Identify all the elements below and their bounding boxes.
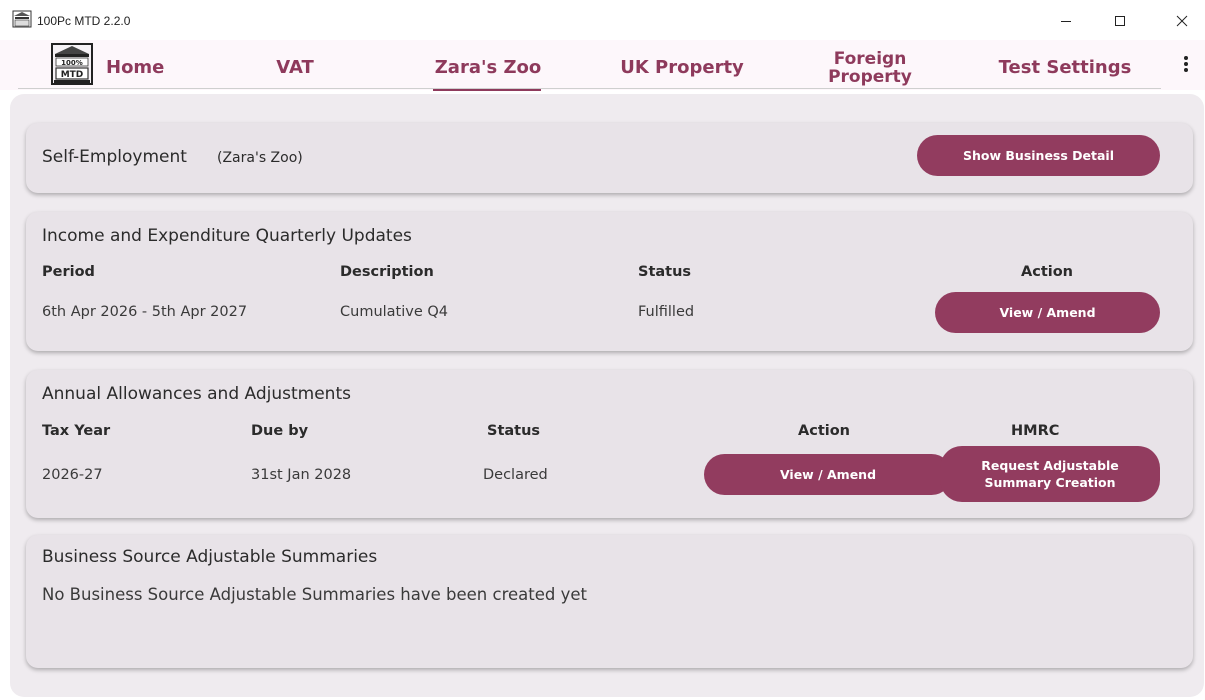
window-title: 100Pc MTD 2.2.0: [37, 14, 131, 28]
more-menu-button[interactable]: [1176, 50, 1196, 80]
status-cell: Fulfilled: [638, 304, 695, 320]
empty-state-text: No Business Source Adjustable Summaries …: [42, 585, 587, 604]
nav-tab-vat[interactable]: VAT: [255, 46, 335, 90]
adjustable-summaries-card: Business Source Adjustable Summaries No …: [26, 535, 1193, 668]
maximize-button[interactable]: [1097, 6, 1143, 36]
business-name: (Zara's Zoo): [217, 150, 303, 166]
close-button[interactable]: [1159, 6, 1205, 36]
content-panel: Self-Employment (Zara's Zoo) Show Busine…: [10, 94, 1204, 697]
description-cell: Cumulative Q4: [340, 304, 449, 320]
logo-icon[interactable]: 100% MTD: [50, 42, 94, 86]
column-header-period: Period: [42, 264, 95, 280]
maximize-icon: [1115, 16, 1125, 26]
quarterly-updates-title: Income and Expenditure Quarterly Updates: [42, 226, 412, 246]
self-employment-card: Self-Employment (Zara's Zoo) Show Busine…: [26, 123, 1193, 193]
nav-tab-label: Home: [106, 57, 165, 78]
app-icon: [12, 10, 32, 28]
nav-tab-test-settings[interactable]: Test Settings: [990, 46, 1140, 90]
period-cell: 6th Apr 2026 - 5th Apr 2027: [42, 304, 248, 320]
self-employment-title: Self-Employment: [42, 147, 187, 167]
column-header-tax-year: Tax Year: [42, 423, 111, 439]
logo-mtd-text: MTD: [61, 70, 84, 80]
close-icon: [1176, 15, 1188, 27]
nav-tab-home[interactable]: Home: [100, 46, 170, 90]
tax-year-cell: 2026-27: [42, 467, 103, 483]
due-by-cell: 31st Jan 2028: [251, 467, 352, 483]
main-nav: 100% MTD Home VAT Zara's Zoo UK Property…: [0, 40, 1205, 91]
column-header-action: Action: [798, 423, 851, 439]
minimize-icon: [1061, 21, 1071, 22]
column-header-action: Action: [1021, 264, 1074, 280]
column-header-status: Status: [638, 264, 692, 280]
nav-tab-label: VAT: [276, 57, 314, 78]
nav-tab-label: Zara's Zoo: [434, 57, 542, 78]
adjustable-summaries-title: Business Source Adjustable Summaries: [42, 547, 378, 567]
logo-percent-text: 100%: [61, 59, 83, 67]
nav-tab-foreign-property[interactable]: Foreign Property: [815, 46, 925, 90]
window-titlebar: 100Pc MTD 2.2.0: [0, 0, 1205, 40]
column-header-status: Status: [487, 423, 541, 439]
nav-divider: [18, 88, 1161, 89]
status-cell: Declared: [483, 467, 548, 483]
nav-tab-zaras-zoo[interactable]: Zara's Zoo: [432, 46, 544, 91]
nav-tab-label: Test Settings: [998, 57, 1132, 78]
view-amend-button[interactable]: View / Amend: [704, 454, 952, 495]
show-business-detail-button[interactable]: Show Business Detail: [917, 135, 1160, 176]
nav-tab-label: Foreign Property: [828, 49, 912, 87]
annual-allowances-card: Annual Allowances and Adjustments Tax Ye…: [26, 370, 1193, 518]
view-amend-button[interactable]: View / Amend: [935, 292, 1160, 333]
column-header-description: Description: [340, 264, 434, 280]
nav-tab-label: UK Property: [620, 57, 744, 78]
request-adjustable-summary-button[interactable]: Request Adjustable Summary Creation: [940, 446, 1160, 502]
column-header-due-by: Due by: [251, 423, 309, 439]
more-vertical-icon: [1184, 56, 1188, 72]
minimize-button[interactable]: [1043, 6, 1089, 36]
nav-tab-uk-property[interactable]: UK Property: [612, 46, 752, 90]
column-header-hmrc: HMRC: [1011, 423, 1060, 439]
quarterly-updates-card: Income and Expenditure Quarterly Updates…: [26, 212, 1193, 351]
annual-allowances-title: Annual Allowances and Adjustments: [42, 384, 351, 404]
